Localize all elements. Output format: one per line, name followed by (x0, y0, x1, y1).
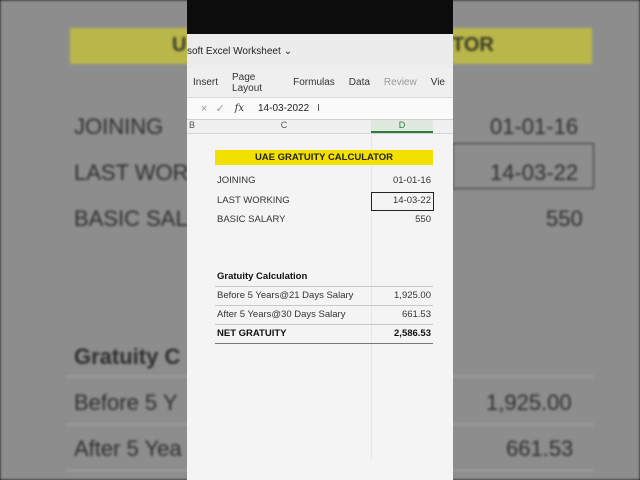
phone-status-area (187, 0, 453, 34)
after-value: 661.53 (401, 309, 431, 320)
joining-value: 01-01-16 (392, 175, 431, 186)
bg-after-value: 661.53 (506, 436, 574, 461)
column-header-b[interactable]: B (187, 120, 197, 133)
row-net-gratuity[interactable]: NET GRATUITY 2,586.53 (215, 325, 433, 343)
bg-selection-box (452, 143, 594, 189)
basic-salary-value: 550 (415, 214, 431, 225)
bg-gratuity: Gratuity C (74, 344, 181, 369)
last-working-label: LAST WORKING (217, 195, 290, 206)
bg-basic-salary-value: 550 (546, 206, 583, 231)
net-gratuity-value: 2,586.53 (394, 328, 431, 339)
title-bar: soft Excel Worksheet ⌄ (187, 34, 453, 68)
calculator-banner[interactable]: UAE GRATUITY CALCULATOR (215, 150, 433, 165)
cancel-icon[interactable]: × (201, 103, 207, 115)
net-gratuity-label: NET GRATUITY (217, 328, 287, 339)
window-title[interactable]: soft Excel Worksheet (187, 46, 281, 57)
tab-insert[interactable]: Insert (193, 77, 218, 88)
tab-review[interactable]: Review (384, 77, 417, 88)
chevron-down-icon[interactable]: ⌄ (284, 46, 292, 57)
row-after-5-years[interactable]: After 5 Years@30 Days Salary 661.53 (215, 306, 433, 324)
bg-last-working: LAST WOR (74, 160, 189, 185)
after-label: After 5 Years@30 Days Salary (217, 309, 346, 320)
bg-basic-salary: BASIC SALA (74, 206, 203, 231)
excel-window: soft Excel Worksheet ⌄ Insert Page Layou… (187, 0, 453, 480)
worksheet-grid[interactable]: UAE GRATUITY CALCULATOR JOINING 01-01-16… (187, 134, 453, 460)
column-headers: B C D (187, 120, 453, 134)
section-title: Gratuity Calculation (217, 271, 308, 282)
tab-data[interactable]: Data (349, 77, 370, 88)
row-divider (215, 343, 433, 344)
tab-formulas[interactable]: Formulas (293, 77, 335, 88)
column-header-d[interactable]: D (371, 120, 433, 133)
bg-before: Before 5 Y (74, 390, 178, 415)
row-before-5-years[interactable]: Before 5 Years@21 Days Salary 1,925.00 (215, 287, 433, 305)
function-icon[interactable]: fx (235, 103, 244, 114)
formula-input[interactable]: 14-03-2022 (258, 103, 309, 114)
row-section-title[interactable]: Gratuity Calculation (215, 268, 433, 286)
before-value: 1,925.00 (394, 290, 431, 301)
joining-label: JOINING (217, 175, 256, 186)
bg-joining: JOINING (74, 114, 164, 139)
ribbon-tabs: Insert Page Layout Formulas Data Review … (187, 68, 453, 98)
text-cursor-icon: I (317, 103, 320, 114)
basic-salary-label: BASIC SALARY (217, 214, 286, 225)
bg-before-value: 1,925.00 (486, 390, 572, 415)
confirm-icon[interactable]: ✓ (215, 102, 224, 115)
tab-page-layout[interactable]: Page Layout (232, 72, 279, 94)
before-label: Before 5 Years@21 Days Salary (217, 290, 354, 301)
tab-view[interactable]: Vie (431, 77, 445, 88)
bg-banner-right-text: TOR (452, 34, 494, 56)
bg-banner-left-text: U (172, 34, 187, 56)
bg-joining-value: 01-01-16 (490, 114, 579, 139)
bg-after: After 5 Yea (74, 436, 182, 461)
formula-bar: × ✓ fx 14-03-2022 I (187, 98, 453, 120)
row-joining[interactable]: JOINING 01-01-16 (215, 172, 433, 190)
column-header-c[interactable]: C (197, 120, 371, 133)
selected-cell-d[interactable] (371, 192, 434, 211)
row-basic-salary[interactable]: BASIC SALARY 550 (215, 211, 433, 229)
